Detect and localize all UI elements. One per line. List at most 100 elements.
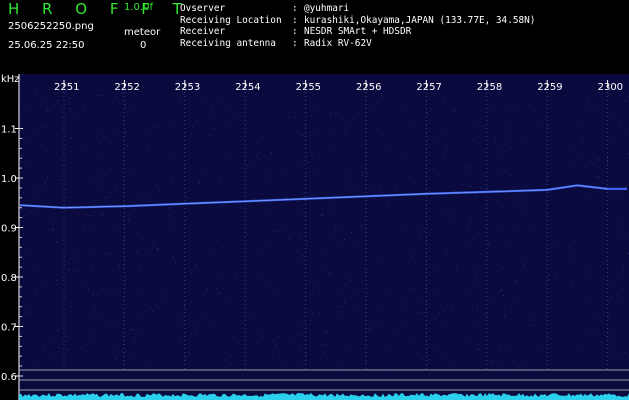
noise-dot — [202, 254, 204, 256]
noise-dot — [525, 326, 527, 328]
noise-dot — [589, 328, 591, 330]
y-tick-label: 0.7 — [1, 323, 17, 334]
noise-dot — [68, 262, 70, 264]
noise-dot — [118, 320, 120, 322]
noise-dot — [105, 197, 107, 198]
noise-dot — [90, 254, 92, 256]
noise-dot — [472, 165, 473, 167]
noise-dot — [441, 356, 443, 358]
noise-dot — [373, 133, 375, 135]
noise-dot — [337, 173, 339, 175]
noise-dot — [107, 305, 109, 307]
noise-dot — [39, 246, 41, 247]
noise-dot — [97, 154, 99, 156]
noise-dot — [25, 311, 27, 313]
noise-dot — [451, 306, 453, 308]
noise-dot — [65, 210, 67, 212]
noise-dot — [496, 336, 498, 338]
noise-dot — [72, 176, 74, 178]
noise-dot — [619, 353, 621, 355]
noise-dot — [293, 117, 295, 119]
noise-dot — [591, 317, 593, 319]
noise-dot — [207, 340, 209, 342]
noise-dot — [414, 182, 416, 184]
noise-dot — [201, 170, 202, 172]
noise-dot — [239, 206, 241, 208]
noise-dot — [349, 181, 351, 183]
noise-dot — [74, 236, 76, 238]
noise-dot — [188, 352, 190, 354]
noise-dot — [417, 311, 419, 313]
noise-dot — [163, 184, 165, 186]
noise-dot — [69, 111, 71, 112]
noise-dot — [321, 252, 322, 254]
noise-dot — [85, 149, 87, 151]
noise-dot — [353, 125, 355, 127]
noise-dot — [415, 154, 417, 156]
noise-dot — [499, 346, 501, 348]
noise-dot — [287, 236, 289, 238]
noise-dot — [357, 273, 359, 275]
noise-dot — [53, 338, 55, 340]
noise-dot — [226, 121, 228, 123]
noise-dot — [443, 151, 445, 153]
noise-dot — [601, 182, 603, 184]
noise-dot — [272, 294, 274, 296]
noise-dot — [24, 247, 26, 249]
noise-dot — [427, 113, 429, 115]
noise-dot — [109, 192, 111, 194]
noise-dot — [446, 304, 448, 306]
noise-dot — [543, 316, 545, 318]
noise-dot — [440, 326, 442, 327]
noise-dot — [443, 97, 445, 99]
noise-dot — [526, 185, 528, 187]
noise-dot — [622, 224, 623, 226]
noise-dot — [608, 314, 610, 315]
noise-dot — [23, 105, 25, 107]
noise-dot — [573, 162, 575, 164]
noise-dot — [439, 350, 441, 352]
noise-dot — [524, 145, 526, 147]
noise-dot — [450, 208, 452, 210]
noise-dot — [445, 146, 447, 148]
noise-dot — [605, 261, 607, 263]
noise-dot — [352, 241, 354, 243]
noise-dot — [123, 338, 125, 340]
noise-dot — [326, 331, 328, 333]
noise-dot — [102, 137, 104, 139]
noise-dot — [378, 111, 380, 112]
noise-dot — [329, 272, 331, 274]
x-tick-label: 2300 — [598, 82, 623, 93]
noise-dot — [579, 118, 581, 120]
noise-dot — [37, 211, 39, 213]
noise-dot — [399, 116, 401, 117]
noise-dot — [455, 268, 457, 270]
noise-dot — [524, 206, 526, 208]
noise-dot — [490, 308, 492, 310]
noise-dot — [285, 363, 287, 365]
noise-dot — [199, 149, 201, 151]
noise-dot — [71, 138, 73, 140]
noise-dot — [571, 314, 573, 316]
noise-dot — [414, 252, 416, 254]
noise-dot — [510, 147, 512, 149]
noise-dot — [36, 261, 37, 263]
noise-dot — [113, 288, 115, 290]
noise-dot — [21, 264, 23, 266]
noise-dot — [432, 178, 434, 180]
noise-dot — [445, 251, 447, 253]
noise-dot — [328, 132, 330, 134]
noise-dot — [388, 339, 390, 341]
noise-dot — [360, 227, 362, 229]
noise-dot — [306, 240, 308, 242]
noise-dot — [434, 318, 436, 319]
noise-dot — [206, 290, 207, 292]
noise-dot — [498, 142, 500, 144]
noise-dot — [66, 336, 68, 338]
noise-dot — [238, 358, 240, 360]
noise-dot — [419, 233, 421, 235]
noise-dot — [121, 350, 123, 352]
noise-dot — [410, 124, 412, 126]
noise-dot — [616, 194, 618, 196]
noise-dot — [308, 162, 310, 164]
